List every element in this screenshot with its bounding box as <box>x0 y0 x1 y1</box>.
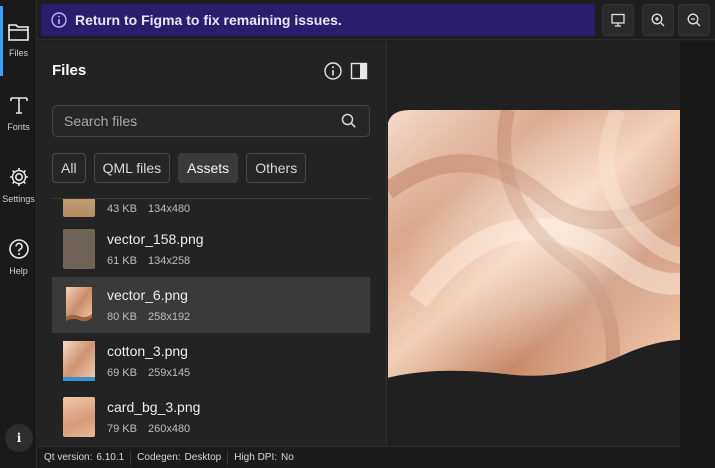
file-list[interactable]: 43 KB 134x480 vector_158.png 61 KB 134x258 <box>52 199 370 446</box>
file-size: 43 KB <box>107 203 137 215</box>
banner-text: Return to Figma to fix remaining issues. <box>75 12 342 28</box>
toggle-panel-button[interactable] <box>347 59 371 83</box>
zoom-in-icon <box>651 13 665 27</box>
rail-item-label: Settings <box>2 194 35 204</box>
file-name: cotton_3.png <box>107 343 188 359</box>
rail-item-files[interactable]: Files <box>0 4 37 76</box>
file-meta: 79 KB 260x480 <box>107 423 190 435</box>
file-thumbnail <box>63 199 95 217</box>
rail-item-label: Files <box>8 48 28 58</box>
panel-title: Files <box>52 62 87 79</box>
status-qt-version: Qt version: 6.10.1 <box>38 450 132 465</box>
status-bar: Qt version: 6.10.1 Codegen: Desktop High… <box>38 446 680 468</box>
search-icon[interactable] <box>341 113 357 129</box>
file-thumbnail <box>63 285 95 325</box>
status-label: High DPI: <box>234 452 278 463</box>
left-rail: Files Fonts Settings Help i <box>0 0 37 468</box>
file-meta: 80 KB 258x192 <box>107 311 190 323</box>
folder-icon <box>7 24 29 41</box>
file-name: vector_6.png <box>107 287 188 303</box>
preview-canvas[interactable] <box>387 41 715 446</box>
font-icon <box>9 97 28 114</box>
help-icon <box>8 239 29 259</box>
status-label: Codegen: <box>137 452 181 463</box>
file-size: 79 KB <box>107 423 137 435</box>
figma-banner[interactable]: Return to Figma to fix remaining issues. <box>41 4 595 36</box>
file-meta: 43 KB 134x480 <box>107 203 190 215</box>
desktop-preview-button[interactable] <box>602 4 634 36</box>
search-box <box>52 105 370 137</box>
rail-item-help[interactable]: Help <box>0 220 37 288</box>
file-size: 61 KB <box>107 255 137 267</box>
file-dims: 134x258 <box>147 255 191 267</box>
status-value: 6.10.1 <box>96 452 125 463</box>
right-strip <box>680 41 715 468</box>
monitor-icon <box>611 13 625 27</box>
file-size: 69 KB <box>107 367 137 379</box>
file-dims: 134x480 <box>147 203 191 215</box>
file-meta: 61 KB 134x258 <box>107 255 190 267</box>
file-name: card_bg_3.png <box>107 399 201 415</box>
status-value: Desktop <box>184 452 222 463</box>
info-circle-icon <box>51 12 67 28</box>
file-thumbnail <box>63 397 95 437</box>
file-thumbnail <box>63 229 95 269</box>
tab-qml-files[interactable]: QML files <box>93 153 171 183</box>
status-label: Qt version: <box>44 452 93 463</box>
rail-item-settings[interactable]: Settings <box>0 148 37 216</box>
info-circle-icon <box>324 62 342 80</box>
tab-assets[interactable]: Assets <box>178 153 239 183</box>
panel-layout-icon <box>350 62 368 80</box>
file-meta: 69 KB 259x145 <box>107 367 190 379</box>
silk-thumbnail <box>66 287 92 322</box>
cotton-thumbnail <box>63 341 95 381</box>
filter-tabs: All QML files Assets Others <box>52 153 307 183</box>
info-icon: i <box>16 431 22 445</box>
zoom-out-icon <box>687 13 701 27</box>
files-panel: Files All QML files Assets <box>38 41 387 446</box>
info-button[interactable] <box>321 59 345 83</box>
app-window: Files Fonts Settings Help i Return to Fi… <box>0 0 715 468</box>
zoom-out-button[interactable] <box>678 4 710 36</box>
tab-all[interactable]: All <box>52 153 86 183</box>
top-bar: Return to Figma to fix remaining issues. <box>37 0 715 40</box>
file-size: 80 KB <box>107 311 137 323</box>
file-thumbnail <box>63 341 95 381</box>
status-codegen: Codegen: Desktop <box>131 450 229 465</box>
file-dims: 260x480 <box>147 423 191 435</box>
tab-others[interactable]: Others <box>246 153 307 183</box>
status-value: No <box>281 452 294 463</box>
search-input[interactable] <box>64 113 324 129</box>
list-item[interactable]: card_bg_3.png 79 KB 260x480 <box>52 389 370 445</box>
list-item[interactable]: cotton_3.png 69 KB 259x145 <box>52 333 370 389</box>
about-button[interactable]: i <box>5 424 33 452</box>
rail-item-fonts[interactable]: Fonts <box>0 76 37 144</box>
file-dims: 259x145 <box>147 367 191 379</box>
list-item[interactable]: vector_158.png 61 KB 134x258 <box>52 221 370 277</box>
file-dims: 258x192 <box>147 311 191 323</box>
gear-icon <box>9 168 28 186</box>
list-item-selected[interactable]: vector_6.png 80 KB 258x192 <box>52 277 370 333</box>
rail-item-label: Help <box>9 266 28 276</box>
status-high-dpi: High DPI: No <box>228 451 300 465</box>
asset-preview-image <box>387 110 715 378</box>
zoom-in-button[interactable] <box>642 4 674 36</box>
file-name: vector_158.png <box>107 231 204 247</box>
rail-item-label: Fonts <box>7 122 30 132</box>
